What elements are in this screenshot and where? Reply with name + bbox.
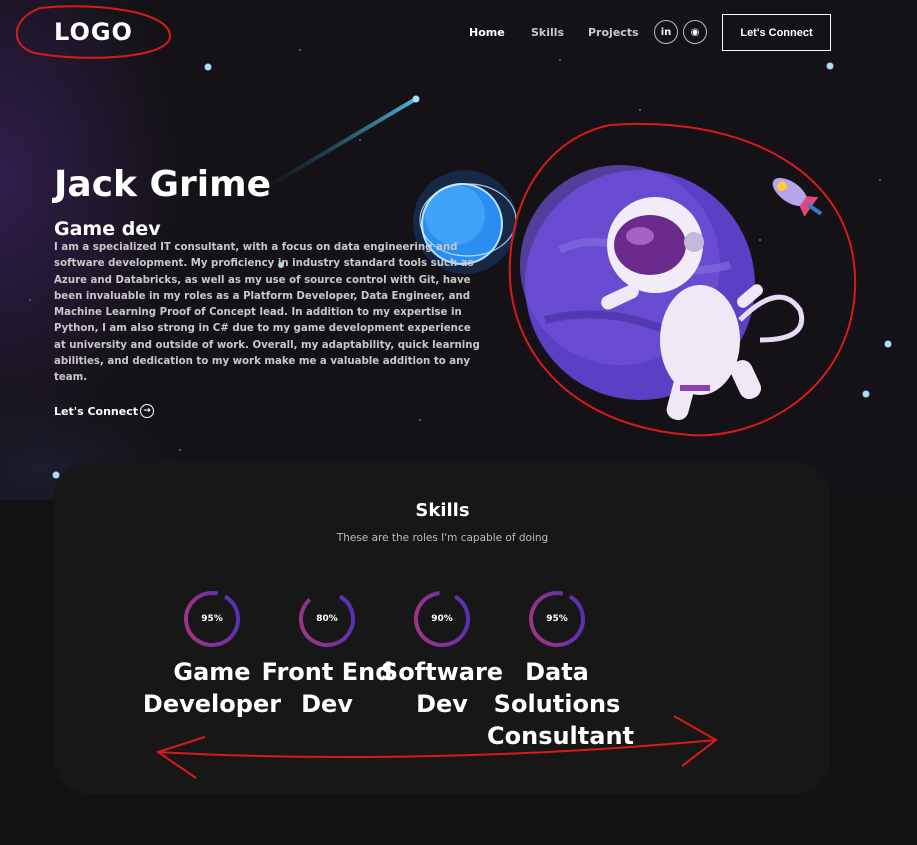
skill-progress-ring: 95% [528,590,586,648]
star [52,471,60,479]
github-glyph: ◉ [690,26,700,38]
meteor-head [412,95,420,103]
star [862,390,870,398]
skill-percent: 80% [316,614,338,624]
nav-link-home[interactable]: Home [469,26,505,39]
hero-role: Game dev [54,218,161,240]
star [204,63,212,71]
astronaut-illustration [520,165,804,421]
lets-connect-button[interactable]: Let's Connect [722,14,831,51]
skill-progress-ring: 95% [183,590,241,648]
logo[interactable]: LOGO [54,18,133,46]
rocket-illustration [772,177,823,217]
skill-percent: 90% [431,614,453,624]
linkedin-glyph: in [660,26,672,38]
skill-progress-ring: 90% [413,590,471,648]
skill-item: 95% Data Solutions Consultant [487,590,635,752]
hero-connect-link[interactable]: Let's Connect → [54,404,155,418]
meteor [260,98,416,192]
skill-percent: 95% [546,614,568,624]
skill-name: Data Solutions Consultant [487,658,635,750]
nav-link-projects[interactable]: Projects [588,26,639,39]
skill-progress-ring: 80% [298,590,356,648]
top-nav: LOGO Home Skills Projects in ◉ Let's Con… [0,0,917,64]
star [884,340,892,348]
nav-link-skills[interactable]: Skills [531,26,564,39]
linkedin-icon[interactable]: in [654,20,678,44]
hero-name: Jack Grime [54,164,272,205]
github-icon[interactable]: ◉ [683,20,707,44]
skills-subtitle: These are the roles I'm capable of doing [336,532,549,544]
skill-percent: 95% [201,614,223,624]
hero-bio: I am a specialized IT consultant, with a… [54,242,480,384]
skills-card: Skills These are the roles I'm capable o… [54,462,831,794]
skills-title: Skills [415,500,470,521]
hero-connect-label: Let's Connect [54,404,139,418]
arrow-right-circle-icon: → [140,404,155,418]
